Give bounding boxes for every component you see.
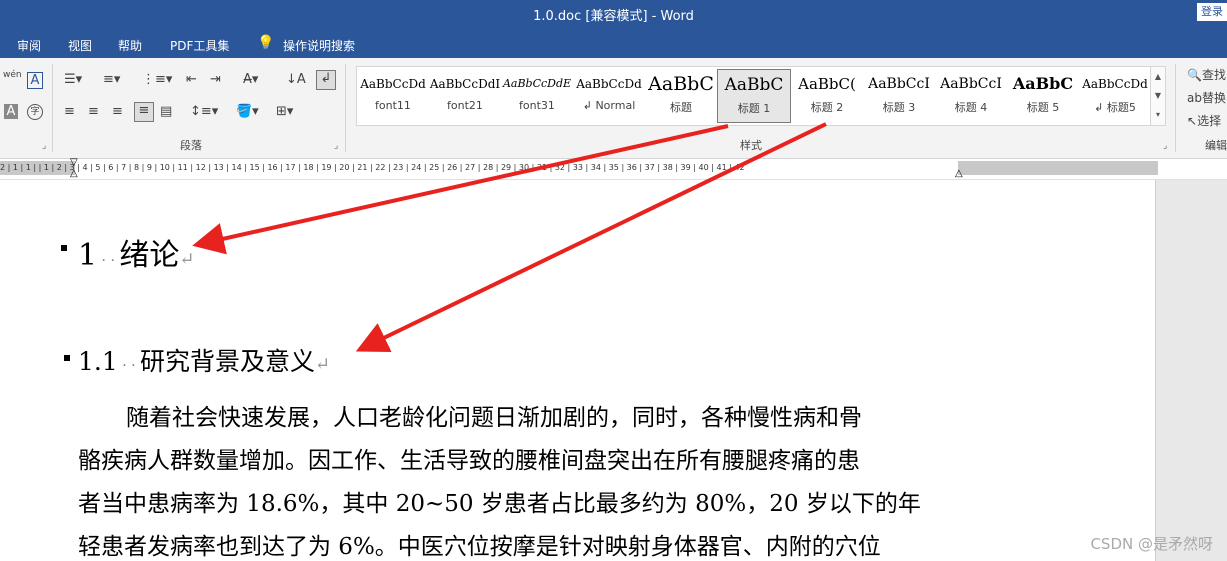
gallery-more-icon[interactable]: ▾ [1151,105,1165,124]
align-center-icon[interactable]: ≡ [88,104,99,119]
scroll-up-icon[interactable]: ▲ [1151,67,1165,86]
paragraph-group-label: 段落 [180,139,202,152]
tab-marks: · · [117,358,141,374]
paragraph-line[interactable]: 随着社会快速发展，人口老龄化问题日渐加剧的，同时，各种慢性病和骨 [126,398,1016,432]
select-button[interactable]: ↖选择 [1187,112,1221,129]
first-line-indent-marker-icon[interactable]: ▽ [70,157,78,168]
heading-marker-icon [61,245,67,251]
heading-2-number: 1.1 [78,347,118,376]
paragraph-line[interactable]: 骼疾病人群数量增加。因工作、生活导致的腰椎间盘突出在所有腰腿疼痛的患 [78,441,968,475]
font-dialog-launcher-icon[interactable]: ⌟ [42,141,46,151]
heading-1[interactable]: 1 · · 绪论↵ [78,230,194,274]
replace-icon: ab [1187,91,1202,105]
style-heading-3[interactable]: AaBbCcI 标题 3 [863,69,935,121]
paragraph-mark-icon: ↵ [179,249,195,270]
phonetic-guide-icon[interactable]: wén [3,70,22,80]
style-font31[interactable]: AaBbCcDdE font31 [501,69,573,121]
heading-2[interactable]: 1.1 · · 研究背景及意义↵ [78,342,330,378]
line-spacing-icon[interactable]: ↕≡▾ [190,104,218,119]
tab-help[interactable]: 帮助 [118,37,142,54]
align-right-icon[interactable]: ≡ [112,104,123,119]
page-margin-area [1155,180,1227,561]
heading-2-text: 研究背景及意义 [140,347,316,376]
increase-indent-icon[interactable]: ⇥ [210,72,221,87]
numbering-icon[interactable]: ≡▾ [103,72,120,87]
login-button[interactable]: 登录 [1197,3,1227,21]
justify-icon[interactable]: ≡ [134,102,154,122]
shading-icon[interactable]: 🪣▾ [236,104,259,119]
group-divider [1175,64,1176,152]
paragraph-line[interactable]: 者当中患病率为 18.6%，其中 20~50 岁患者占比最多约为 80%，20 … [78,484,968,518]
character-border-icon[interactable]: A [27,72,43,89]
character-shading-icon[interactable]: A [4,104,18,119]
window-title: 1.0.doc [兼容模式] - Word [533,9,694,24]
horizontal-ruler[interactable]: 2 | 1 | 1 | | 1 | 2 | 3 | 4 | 5 | 6 | 7 … [0,157,1227,180]
gallery-scroll[interactable]: ▲ ▼ ▾ [1150,67,1165,125]
enclose-characters-icon[interactable]: 字 [27,104,43,120]
style-font11[interactable]: AaBbCcDd font11 [357,69,429,121]
style-heading5-alt[interactable]: AaBbCcDd ↲ 标题5 [1079,69,1151,121]
style-normal[interactable]: AaBbCcDd ↲ Normal [573,69,645,121]
cursor-icon: ↖ [1187,114,1198,128]
style-heading-2[interactable]: AaBbC( 标题 2 [791,69,863,121]
paragraph-dialog-launcher-icon[interactable]: ⌟ [334,141,338,151]
style-title[interactable]: AaBbC 标题 [645,69,717,121]
paragraph-line[interactable]: 轻患者发病率也到达了为 6%。中医穴位按摩是针对映射身体器官、内附的穴位 [78,527,968,561]
title-bar: 1.0.doc [兼容模式] - Word 登录 [0,0,1227,30]
group-divider [52,64,53,152]
tab-marks: · · [97,253,120,269]
sort-icon[interactable]: ↓A [286,72,306,87]
editing-group-label: 编辑 [1205,139,1227,152]
multilevel-list-icon[interactable]: ⋮≡▾ [142,72,172,87]
style-heading-5[interactable]: AaBbC 标题 5 [1007,69,1079,121]
search-icon: 🔍 [1187,68,1202,82]
tab-view[interactable]: 视图 [68,37,92,54]
heading-1-text: 绪论 [119,238,180,273]
ribbon: wén A A 字 ⌟ ☰▾ ≡▾ ⋮≡▾ ⇤ ⇥ A̶▾ ↓A ↲ ≡ ≡ ≡… [0,58,1227,159]
styles-dialog-launcher-icon[interactable]: ⌟ [1163,141,1167,151]
group-divider [345,64,346,152]
hanging-indent-marker-icon[interactable]: △ [70,168,78,179]
scroll-down-icon[interactable]: ▼ [1151,86,1165,105]
styles-gallery: AaBbCcDd font11 AaBbCcDdI font21 AaBbCcD… [356,66,1166,126]
decrease-indent-icon[interactable]: ⇤ [186,72,197,87]
replace-button[interactable]: ab替换 [1187,89,1226,106]
lightbulb-icon: 💡 [257,35,275,51]
heading-marker-icon [64,355,70,361]
ruler-right-margin [958,161,1158,175]
chinese-layout-icon[interactable]: A̶▾ [243,72,258,87]
paragraph-mark-icon: ↵ [315,354,331,375]
right-indent-marker-icon[interactable]: △ [955,168,963,179]
style-font21[interactable]: AaBbCcDdI font21 [429,69,501,121]
heading-1-number: 1 [78,238,98,273]
ruler-ticks: 2 | 1 | 1 | | 1 | 2 | 3 | 4 | 5 | 6 | 7 … [0,163,745,172]
styles-group-label: 样式 [740,139,762,152]
distributed-icon[interactable]: ▤ [160,104,172,119]
bullets-icon[interactable]: ☰▾ [64,72,82,87]
align-left-icon[interactable]: ≡ [64,104,75,119]
show-formatting-marks-icon[interactable]: ↲ [316,70,336,90]
tab-review[interactable]: 审阅 [17,37,41,54]
style-heading-4[interactable]: AaBbCcI 标题 4 [935,69,1007,121]
ribbon-tabs: 审阅 视图 帮助 PDF工具集 💡 操作说明搜索 [0,30,1227,58]
style-heading-1[interactable]: AaBbC 标题 1 [717,69,791,123]
watermark: CSDN @是矛然呀 [1090,535,1213,553]
tab-pdf-tools[interactable]: PDF工具集 [170,37,229,54]
tell-me-search[interactable]: 操作说明搜索 [283,37,355,54]
borders-icon[interactable]: ⊞▾ [276,104,293,119]
find-button[interactable]: 🔍查找 [1187,66,1226,83]
